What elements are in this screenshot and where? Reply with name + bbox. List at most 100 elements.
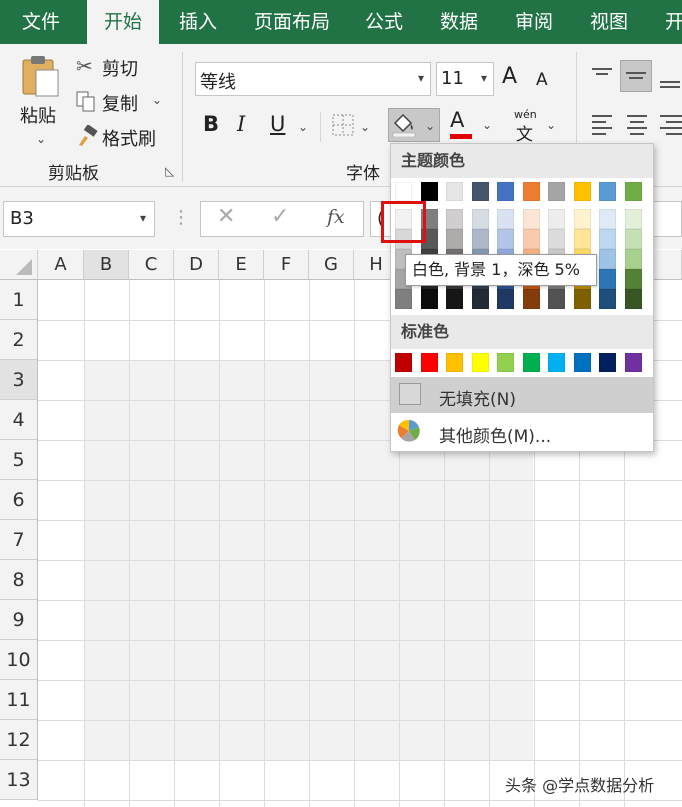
theme-shade-swatch[interactable] — [497, 289, 514, 309]
theme-shade-swatch[interactable] — [522, 289, 540, 309]
theme-color-swatch[interactable] — [420, 182, 438, 201]
theme-shade-swatch[interactable] — [446, 289, 463, 309]
theme-shade-swatch[interactable] — [471, 209, 489, 229]
theme-shade-swatch[interactable] — [497, 229, 514, 249]
theme-shade-swatch[interactable] — [548, 209, 565, 229]
bold-button[interactable]: B — [203, 112, 219, 136]
theme-color-swatch[interactable] — [446, 182, 463, 201]
theme-shade-swatch[interactable] — [599, 229, 616, 249]
row-header[interactable]: 12 — [0, 720, 38, 760]
theme-shade-swatch[interactable] — [548, 229, 565, 249]
shrink-font-button[interactable]: A — [536, 70, 548, 90]
theme-shade-swatch[interactable] — [599, 249, 616, 269]
standard-color-swatch[interactable] — [599, 353, 616, 372]
paste-button[interactable]: 粘贴 ⌄ — [14, 54, 66, 154]
theme-shade-swatch[interactable] — [395, 289, 412, 309]
align-bottom-icon[interactable] — [658, 72, 682, 92]
select-all-corner[interactable] — [0, 250, 38, 280]
standard-color-swatch[interactable] — [395, 353, 412, 372]
theme-shade-swatch[interactable] — [522, 229, 540, 249]
row-header[interactable]: 6 — [0, 480, 38, 520]
fill-color-button[interactable]: ⌄ — [388, 108, 440, 142]
cancel-icon[interactable]: ✕ — [217, 204, 235, 229]
standard-color-swatch[interactable] — [420, 353, 438, 372]
column-header[interactable]: B — [84, 250, 129, 280]
row-header[interactable]: 10 — [0, 640, 38, 680]
theme-shade-swatch[interactable] — [497, 209, 514, 229]
column-header[interactable]: E — [219, 250, 264, 280]
insert-function-button[interactable]: fx — [327, 206, 345, 228]
column-header[interactable]: D — [174, 250, 219, 280]
theme-shade-swatch[interactable] — [599, 289, 616, 309]
font-size-select[interactable]: 11 ▾ — [436, 62, 494, 96]
row-header[interactable]: 8 — [0, 560, 38, 600]
theme-shade-swatch[interactable] — [624, 269, 642, 289]
tab-view[interactable]: 视图 — [590, 0, 628, 44]
grow-font-button[interactable]: A — [502, 64, 517, 89]
row-header[interactable]: 11 — [0, 680, 38, 720]
tab-page-layout[interactable]: 页面布局 — [254, 0, 330, 44]
standard-color-swatch[interactable] — [446, 353, 463, 372]
theme-shade-swatch[interactable] — [599, 209, 616, 229]
theme-color-swatch[interactable] — [573, 182, 591, 201]
row-header[interactable]: 9 — [0, 600, 38, 640]
theme-shade-swatch[interactable] — [471, 289, 489, 309]
row-header[interactable]: 3 — [0, 360, 38, 400]
align-center-icon[interactable] — [625, 112, 649, 136]
enter-icon[interactable]: ✓ — [271, 204, 289, 229]
align-left-icon[interactable] — [590, 112, 614, 136]
theme-shade-swatch[interactable] — [599, 269, 616, 289]
column-header[interactable]: A — [38, 250, 84, 280]
align-top-icon[interactable] — [590, 66, 614, 86]
standard-color-swatch[interactable] — [522, 353, 540, 372]
row-header[interactable]: 5 — [0, 440, 38, 480]
theme-shade-swatch[interactable] — [573, 289, 591, 309]
theme-shade-swatch[interactable] — [471, 229, 489, 249]
row-header[interactable]: 4 — [0, 400, 38, 440]
dialog-launcher-icon[interactable]: ◺ — [165, 164, 174, 178]
theme-shade-swatch[interactable] — [573, 229, 591, 249]
theme-shade-swatch[interactable] — [624, 209, 642, 229]
align-right-icon[interactable] — [660, 112, 682, 136]
row-header[interactable]: 7 — [0, 520, 38, 560]
theme-shade-swatch[interactable] — [446, 229, 463, 249]
theme-shade-swatch[interactable] — [624, 289, 642, 309]
tab-review[interactable]: 审阅 — [515, 0, 553, 44]
row-header[interactable]: 13 — [0, 760, 38, 800]
standard-color-swatch[interactable] — [624, 353, 642, 372]
theme-shade-swatch[interactable] — [446, 209, 463, 229]
tab-file[interactable]: 文件 — [22, 0, 60, 44]
phonetic-button[interactable]: wén 文 ⌄ — [512, 108, 556, 145]
tab-home[interactable]: 开始 — [87, 0, 159, 44]
theme-color-swatch[interactable] — [471, 182, 489, 201]
align-middle-button[interactable] — [620, 60, 652, 92]
italic-button[interactable]: I — [237, 112, 245, 136]
underline-button[interactable]: U — [270, 112, 285, 136]
font-name-select[interactable]: 等线 ▾ — [195, 62, 431, 96]
theme-shade-swatch[interactable] — [573, 209, 591, 229]
cut-button[interactable]: ✂ 剪切 — [76, 54, 156, 80]
no-fill-item[interactable]: 无填充(N) — [391, 377, 653, 413]
standard-color-swatch[interactable] — [548, 353, 565, 372]
standard-color-swatch[interactable] — [497, 353, 514, 372]
column-header[interactable]: C — [129, 250, 174, 280]
theme-color-swatch[interactable] — [624, 182, 642, 201]
tab-data[interactable]: 数据 — [440, 0, 478, 44]
format-painter-button[interactable]: 格式刷 — [76, 124, 168, 150]
theme-shade-swatch[interactable] — [624, 229, 642, 249]
name-box[interactable]: B3 ▾ — [3, 201, 155, 237]
row-header[interactable]: 2 — [0, 320, 38, 360]
theme-color-swatch[interactable] — [497, 182, 514, 201]
font-color-button[interactable]: A ⌄ — [448, 108, 496, 142]
standard-color-swatch[interactable] — [573, 353, 591, 372]
theme-color-swatch[interactable] — [395, 182, 412, 201]
theme-shade-swatch[interactable] — [420, 289, 438, 309]
theme-shade-swatch[interactable] — [522, 209, 540, 229]
theme-color-swatch[interactable] — [548, 182, 565, 201]
row-header[interactable]: 1 — [0, 280, 38, 320]
theme-color-swatch[interactable] — [599, 182, 616, 201]
column-header[interactable]: G — [309, 250, 354, 280]
tab-formulas[interactable]: 公式 — [365, 0, 403, 44]
borders-icon[interactable] — [332, 114, 354, 136]
theme-shade-swatch[interactable] — [548, 289, 565, 309]
